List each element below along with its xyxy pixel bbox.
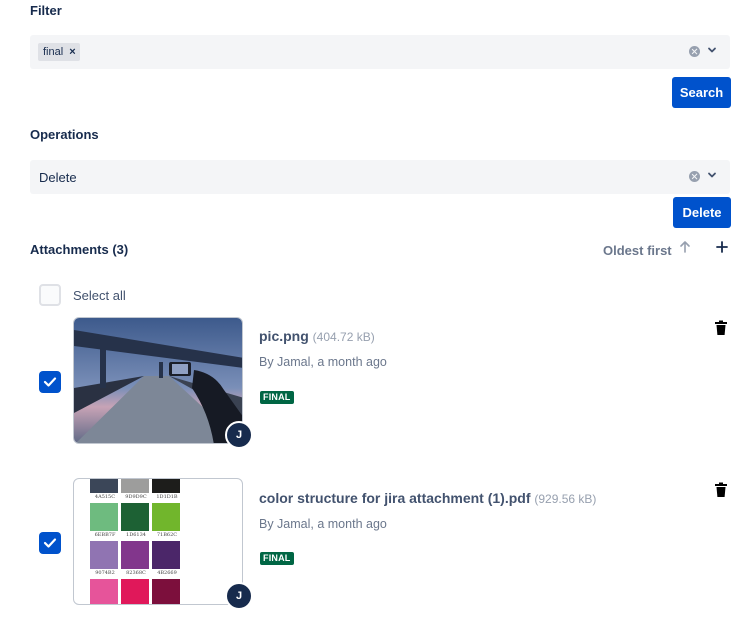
- attachment-name[interactable]: pic.png (404.72 kB): [259, 328, 375, 344]
- attachment-size: (404.72 kB): [312, 330, 375, 344]
- checkmark-icon: [43, 377, 57, 387]
- color-swatch: [121, 579, 149, 604]
- trash-icon[interactable]: [714, 482, 728, 498]
- color-swatch: 82368C: [121, 541, 149, 576]
- checkmark-icon: [43, 538, 57, 548]
- attachment-meta: By Jamal, a month ago: [259, 517, 387, 531]
- color-swatch: 4B2669: [152, 541, 180, 576]
- attachment-filename[interactable]: color structure for jira attachment (1).…: [259, 490, 530, 506]
- filter-select[interactable]: final ×: [30, 35, 730, 69]
- status-badge: FINAL: [260, 552, 294, 565]
- color-swatch-code: 1D1D1B: [156, 494, 178, 500]
- sort-order-toggle[interactable]: Oldest first: [603, 243, 672, 258]
- color-swatch: 1D1D1B: [152, 479, 180, 500]
- chevron-down-icon[interactable]: [706, 44, 718, 56]
- color-swatch: 1D6134: [121, 503, 149, 538]
- attachment-name[interactable]: color structure for jira attachment (1).…: [259, 490, 596, 506]
- attachment-checkbox[interactable]: [39, 532, 61, 554]
- search-button[interactable]: Search: [672, 77, 731, 108]
- add-attachment-icon[interactable]: [715, 240, 729, 254]
- avatar: J: [225, 582, 253, 610]
- attachment-thumbnail[interactable]: 4A515C 9D9D9C 1D1D1B 6EBB7F 1D6134 71B62C 9074…: [73, 478, 243, 605]
- color-swatch-code: 71B62C: [156, 532, 178, 538]
- arrow-up-icon[interactable]: [678, 240, 692, 254]
- clear-icon[interactable]: [689, 46, 700, 57]
- filter-chip: final ×: [38, 43, 80, 61]
- operations-label: Operations: [30, 127, 99, 142]
- operations-selected-value: Delete: [39, 170, 77, 185]
- chip-remove-icon[interactable]: ×: [69, 46, 75, 58]
- select-all-checkbox[interactable]: [39, 284, 61, 306]
- color-swatch: [152, 579, 180, 604]
- avatar: J: [225, 421, 253, 449]
- attachments-header: Attachments (3): [30, 242, 129, 257]
- color-swatch: 6EBB7F: [90, 503, 118, 538]
- attachment-size: (929.56 kB): [534, 492, 597, 506]
- color-swatch: 9074B2: [90, 541, 118, 576]
- color-swatch-preview: 4A515C 9D9D9C 1D1D1B 6EBB7F 1D6134 71B62C 9074…: [90, 479, 180, 604]
- attachment-filename[interactable]: pic.png: [259, 328, 309, 344]
- trash-icon[interactable]: [714, 320, 728, 336]
- attachment-checkbox[interactable]: [39, 371, 61, 393]
- color-swatch-code: 4B2669: [157, 570, 177, 576]
- filter-label: Filter: [30, 3, 62, 18]
- status-badge: FINAL: [260, 391, 294, 404]
- photo-thumbnail-image: [74, 318, 242, 443]
- clear-icon[interactable]: [689, 171, 700, 182]
- attachment-meta: By Jamal, a month ago: [259, 355, 387, 369]
- color-swatch: 4A515C: [90, 479, 118, 500]
- operations-select[interactable]: Delete: [30, 160, 730, 194]
- color-swatch: 9D9D9C: [121, 479, 149, 500]
- delete-button[interactable]: Delete: [673, 197, 731, 228]
- attachment-thumbnail[interactable]: [73, 317, 243, 444]
- chevron-down-icon[interactable]: [706, 169, 718, 181]
- select-all-label: Select all: [73, 288, 126, 303]
- color-swatch: 71B62C: [152, 503, 180, 538]
- filter-chip-label: final: [43, 46, 64, 58]
- color-swatch: [90, 579, 118, 604]
